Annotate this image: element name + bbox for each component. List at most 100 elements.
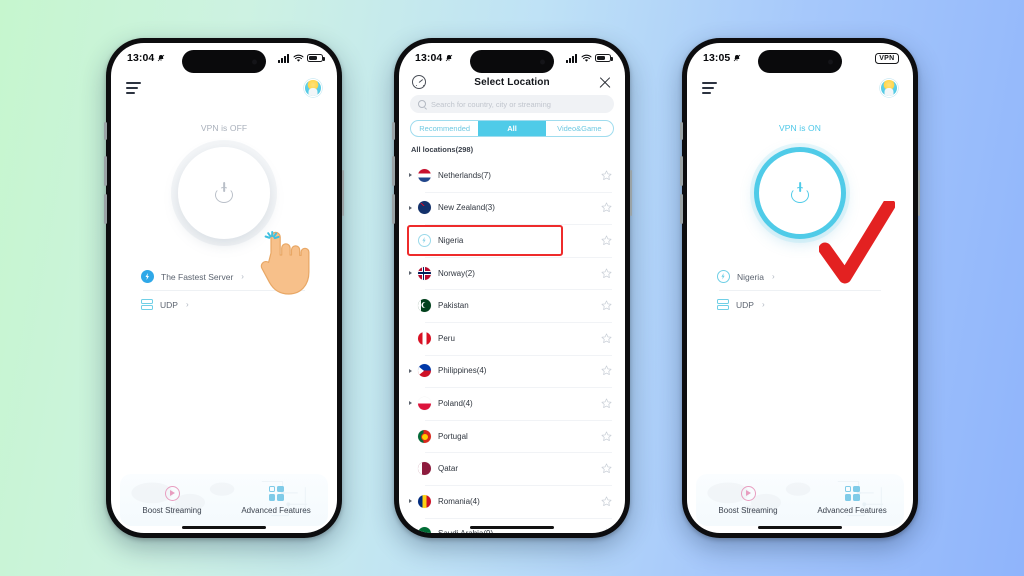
favorite-star-icon[interactable] — [601, 235, 612, 246]
protocol-option-label: UDP — [736, 299, 754, 310]
protocol-option-row[interactable]: UDP › — [141, 291, 307, 318]
list-item[interactable]: Romania(4) — [399, 484, 625, 518]
nav-advanced-features[interactable]: Advanced Features — [800, 474, 904, 526]
connection-options: Nigeria › UDP › — [687, 263, 913, 318]
expand-arrow-icon[interactable] — [409, 368, 418, 373]
list-item-nigeria-selected[interactable]: Nigeria — [399, 224, 625, 257]
favorite-star-icon[interactable] — [601, 170, 612, 181]
flag-icon — [418, 299, 431, 313]
power-button-wrap — [176, 145, 272, 241]
server-option-label: The Fastest Server — [161, 271, 234, 282]
nav-boost-streaming[interactable]: Boost Streaming — [120, 474, 224, 526]
protocol-option-label: UDP — [160, 299, 178, 310]
location-list[interactable]: Netherlands(7) New Zealand(3) Nigeria No… — [399, 159, 625, 533]
tab-all[interactable]: All — [478, 121, 546, 136]
bolt-outline-icon — [717, 270, 730, 283]
status-time-group: 13:05 — [703, 52, 741, 64]
battery-icon — [595, 53, 613, 63]
nav-boost-streaming[interactable]: Boost Streaming — [696, 474, 800, 526]
tab-recommended[interactable]: Recommended — [411, 121, 478, 136]
home-top-bar — [687, 73, 913, 97]
chevron-right-icon: › — [771, 272, 775, 281]
nav-boost-streaming-label: Boost Streaming — [142, 505, 202, 515]
expand-arrow-icon[interactable] — [409, 401, 418, 406]
favorite-star-icon[interactable] — [601, 365, 612, 376]
country-name: Netherlands(7) — [438, 170, 491, 180]
favorite-star-icon[interactable] — [601, 268, 612, 279]
avatar[interactable] — [880, 79, 898, 97]
list-item[interactable]: Norway(2) — [399, 256, 625, 290]
wifi-icon — [293, 54, 303, 62]
server-option-row[interactable]: Nigeria › — [717, 263, 883, 290]
power-icon — [790, 182, 810, 204]
list-item[interactable]: Peru — [399, 321, 625, 355]
favorite-star-icon[interactable] — [601, 398, 612, 409]
search-placeholder: Search for country, city or streaming — [431, 99, 551, 109]
favorite-star-icon[interactable] — [601, 300, 612, 311]
play-circle-icon — [740, 485, 756, 501]
flag-icon — [418, 494, 431, 508]
favorite-star-icon[interactable] — [601, 202, 612, 213]
favorite-star-icon[interactable] — [601, 528, 612, 533]
status-icons: VPN — [874, 52, 899, 64]
list-item[interactable]: Philippines(4) — [399, 354, 625, 388]
favorite-star-icon[interactable] — [601, 431, 612, 442]
silent-bell-icon — [158, 54, 165, 62]
search-input[interactable]: Search for country, city or streaming — [410, 95, 614, 113]
country-name: Nigeria — [438, 235, 464, 245]
list-item[interactable]: New Zealand(3) — [399, 191, 625, 225]
list-item[interactable]: Poland(4) — [399, 387, 625, 420]
expand-arrow-icon[interactable] — [409, 271, 418, 276]
mute-switch — [104, 122, 107, 140]
flag-icon — [418, 201, 431, 215]
favorite-star-icon[interactable] — [601, 496, 612, 507]
favorite-star-icon[interactable] — [601, 463, 612, 474]
flag-icon — [418, 266, 431, 280]
country-name: Norway(2) — [438, 268, 475, 278]
play-circle-icon — [164, 485, 180, 501]
menu-icon[interactable] — [702, 82, 717, 94]
expand-arrow-icon[interactable] — [409, 173, 418, 178]
status-time-group: 13:04 — [127, 52, 165, 64]
list-item[interactable]: Qatar — [399, 452, 625, 485]
power-button[interactable] — [754, 147, 846, 239]
country-name: Romania(4) — [438, 496, 480, 506]
list-item[interactable]: Portugal — [399, 419, 625, 453]
country-name: Qatar — [438, 464, 459, 474]
vpn-status-label: VPN is ON — [779, 123, 821, 133]
nav-advanced-features[interactable]: Advanced Features — [224, 474, 328, 526]
expand-arrow-icon[interactable] — [409, 531, 418, 533]
connection-options: The Fastest Server › UDP › — [111, 263, 337, 318]
country-name: Saudi Arabia(9) — [438, 529, 601, 533]
speed-gauge-icon[interactable] — [412, 75, 426, 89]
phone-mockup-stage: 13:04 VPN is OFF The Fastest Server › UD… — [0, 0, 1024, 576]
phone-home-off: 13:04 VPN is OFF The Fastest Server › UD… — [104, 38, 344, 538]
power-button[interactable] — [178, 147, 270, 239]
home-indicator — [758, 525, 842, 529]
expand-arrow-icon[interactable] — [409, 499, 418, 504]
menu-icon[interactable] — [126, 82, 141, 94]
server-option-row[interactable]: The Fastest Server › — [141, 263, 307, 290]
expand-arrow-icon[interactable] — [409, 205, 418, 210]
vpn-status-label: VPN is OFF — [200, 123, 248, 133]
mute-switch — [392, 122, 395, 140]
close-icon[interactable] — [598, 75, 612, 89]
grid-icon — [844, 485, 860, 501]
wifi-icon — [581, 54, 591, 62]
cellular-signal-icon — [566, 53, 577, 63]
country-name: Peru — [438, 333, 455, 343]
country-name: Portugal — [438, 431, 468, 441]
tab-video-game[interactable]: Video&Game — [546, 121, 613, 136]
power-side-button — [917, 170, 920, 216]
protocol-option-row[interactable]: UDP › — [717, 291, 883, 318]
home-body: VPN is ON Nigeria › UDP › — [687, 97, 913, 474]
filter-tabs: Recommended All Video&Game — [410, 120, 614, 137]
list-item[interactable]: Netherlands(7) — [399, 159, 625, 192]
power-icon — [214, 182, 234, 204]
battery-icon — [307, 53, 325, 63]
list-item[interactable]: Pakistan — [399, 289, 625, 322]
favorite-star-icon[interactable] — [601, 333, 612, 344]
status-time: 13:05 — [703, 52, 731, 64]
country-name: Pakistan — [438, 301, 469, 311]
avatar[interactable] — [304, 79, 322, 97]
